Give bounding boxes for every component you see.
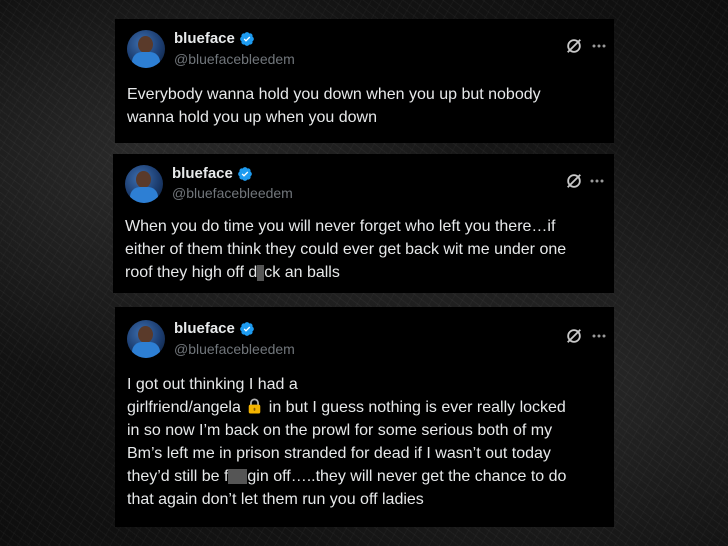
tweet-card[interactable]: blueface @bluefacebleedem Everybody wann… [115, 19, 614, 143]
tweet-text-line: they’d still be f gin off…..they will nev… [127, 465, 566, 488]
tweet-text-line: girlfriend/angela in but I guess nothing… [127, 396, 566, 419]
handle[interactable]: @bluefacebleedem [174, 341, 295, 357]
more-options-icon[interactable] [589, 173, 605, 189]
display-name[interactable]: blueface [174, 30, 255, 47]
tweet-text-line: roof they high off d ck an balls [125, 261, 566, 284]
tweet-text-segment: girlfriend/angela [127, 399, 241, 416]
display-name-text: blueface [172, 165, 233, 182]
tweet-text-segment: ck an balls [264, 264, 340, 281]
tweet-text: I got out thinking I had a girlfriend/an… [127, 373, 566, 511]
tweet-text-segment: gin off…..they will never get the chance… [247, 468, 567, 485]
verified-badge-icon [240, 321, 254, 336]
grok-icon[interactable] [565, 327, 583, 345]
tweet-text: When you do time you will never forget w… [125, 215, 566, 284]
handle[interactable]: @bluefacebleedem [174, 51, 295, 67]
tweet-text-line: Everybody wanna hold you down when you u… [127, 86, 541, 103]
display-name[interactable]: blueface [174, 320, 255, 337]
avatar[interactable] [127, 30, 165, 68]
avatar[interactable] [125, 165, 163, 203]
tweet-text: Everybody wanna hold you down when you u… [127, 83, 541, 129]
verified-badge-icon [240, 31, 254, 46]
tweet-text-line: in so now I’m back on the prowl for some… [127, 422, 553, 439]
tweet-card[interactable]: blueface @bluefacebleedem When you do ti… [113, 154, 614, 293]
tweet-text-segment: they’d still be f [127, 468, 229, 485]
display-name[interactable]: blueface [172, 165, 253, 182]
tweet-text-segment: in but I guess nothing is ever really lo… [268, 399, 566, 416]
tweet-text-line: I got out thinking I had a [127, 376, 298, 393]
tweet-text-segment: roof they high off d [125, 264, 258, 281]
grok-icon[interactable] [565, 172, 583, 190]
display-name-text: blueface [174, 30, 235, 47]
tweet-card[interactable]: blueface @bluefacebleedem I got out thin… [115, 307, 614, 527]
grok-icon[interactable] [565, 37, 583, 55]
tweet-text-line: Bm’s left me in prison stranded for dead… [127, 445, 551, 462]
handle[interactable]: @bluefacebleedem [172, 185, 293, 201]
lock-emoji-icon [249, 398, 261, 414]
display-name-text: blueface [174, 320, 235, 337]
tweet-text-line: that again don’t let them run you off la… [127, 491, 424, 508]
verified-badge-icon [238, 166, 252, 181]
tweet-text-line: wanna hold you up when you down [127, 109, 377, 126]
tweet-text-line: either of them think they could ever get… [125, 241, 567, 258]
more-options-icon[interactable] [591, 328, 607, 344]
censor-block [228, 469, 248, 485]
more-options-icon[interactable] [591, 38, 607, 54]
tweet-text-line: When you do time you will never forget w… [125, 218, 556, 235]
avatar[interactable] [127, 320, 165, 358]
